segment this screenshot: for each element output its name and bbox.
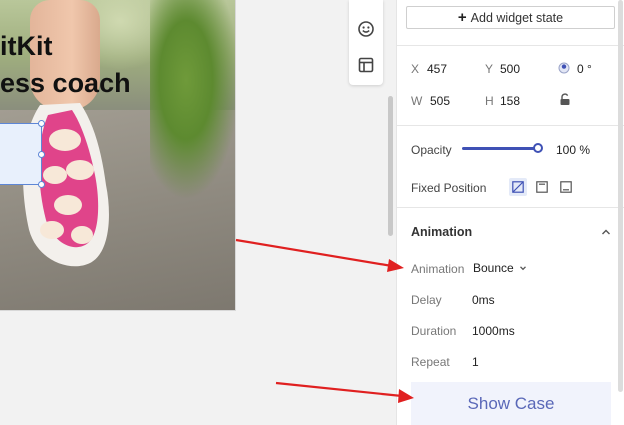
fix-top-icon [536,181,548,193]
x-label: X [411,62,420,76]
panel-scrollbar[interactable] [618,0,623,392]
w-label: W [411,94,423,108]
opacity-slider-handle[interactable] [533,143,543,153]
x-input[interactable]: 457 [427,62,447,76]
opacity-value[interactable]: 100 % [556,143,590,157]
resize-handle-middle-right[interactable] [38,151,45,158]
divider [397,45,624,46]
animation-type-label: Animation [411,262,465,276]
y-input[interactable]: 500 [500,62,520,76]
plus-icon: + [457,9,467,26]
h-label: H [485,94,494,108]
no-fix-icon [512,181,524,193]
fixed-position-none-option[interactable] [509,178,527,196]
repeat-label: Repeat [411,355,450,369]
photo-foliage [150,0,235,200]
chevron-down-icon [519,266,526,271]
resize-handle-bottom-right[interactable] [38,181,45,188]
repeat-input[interactable]: 1 [472,355,479,369]
animation-type-select[interactable]: Bounce [473,261,528,275]
duration-label: Duration [411,324,457,338]
selected-widget[interactable] [0,123,42,185]
delay-input[interactable]: 0ms [472,293,495,307]
headline-line-1: itKit [0,31,53,61]
w-input[interactable]: 505 [430,94,450,108]
resize-handle-top-right[interactable] [38,120,45,127]
fixed-position-bottom-option[interactable] [557,178,575,196]
divider [397,207,624,208]
rotation-input[interactable]: 0 ° [577,62,592,76]
headline-line-2: ess coach [0,68,131,98]
emoji-icon[interactable] [358,21,374,37]
fix-bottom-icon [560,181,572,193]
animation-type-value: Bounce [473,261,514,275]
show-case-label: Show Case [467,393,555,413]
animation-section-title[interactable]: Animation [411,225,472,239]
delay-label: Delay [411,293,442,307]
unlock-icon[interactable] [559,93,571,106]
duration-input[interactable]: 1000ms [472,324,515,338]
fixed-position-top-option[interactable] [533,178,551,196]
y-label: Y [485,62,494,76]
add-widget-state-label: Add widget state [470,10,564,25]
canvas-side-toolbar [349,0,383,85]
chevron-up-icon[interactable] [600,226,612,238]
rotation-icon [558,62,570,74]
divider [397,125,624,126]
canvas-scrollbar[interactable] [388,96,393,236]
layout-icon[interactable] [358,57,374,73]
h-input[interactable]: 158 [500,94,520,108]
opacity-label: Opacity [411,143,452,157]
opacity-slider-track[interactable] [462,147,538,150]
show-case-button[interactable]: Show Case [411,382,611,425]
add-widget-state-button[interactable]: + Add widget state [406,6,615,29]
headline-text[interactable]: itKit ess coach [0,28,131,102]
fixed-position-label: Fixed Position [411,181,487,195]
properties-panel: + Add widget state X 457 Y 500 0 ° W 505… [396,0,624,425]
design-canvas[interactable]: itKit ess coach [0,0,395,425]
